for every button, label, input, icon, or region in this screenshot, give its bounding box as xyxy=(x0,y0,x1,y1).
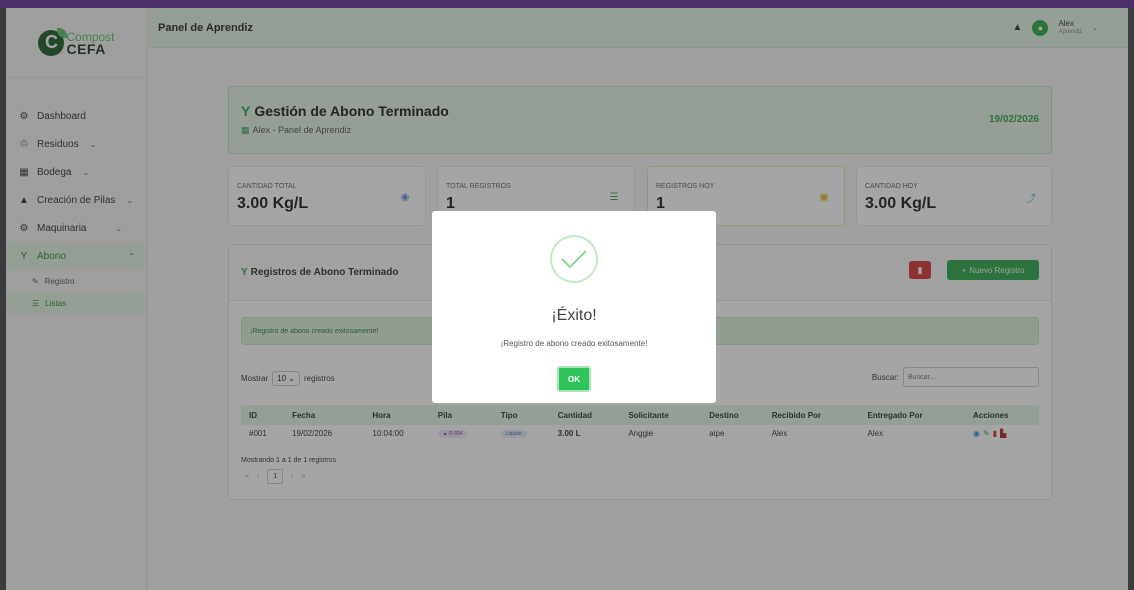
success-modal: ¡Éxito! ¡Registro de abono creado exitos… xyxy=(432,211,716,403)
check-icon xyxy=(550,235,598,283)
ok-button[interactable]: OK xyxy=(557,366,591,392)
check-mark xyxy=(561,250,587,269)
modal-text: ¡Registro de abono creado exitosamente! xyxy=(500,339,648,348)
modal-title: ¡Éxito! xyxy=(551,307,597,324)
browser-bar xyxy=(0,0,1134,8)
app: C Compost CEFA ⚙ Dashboard ♲ Residuos ⌄ … xyxy=(6,8,1128,590)
